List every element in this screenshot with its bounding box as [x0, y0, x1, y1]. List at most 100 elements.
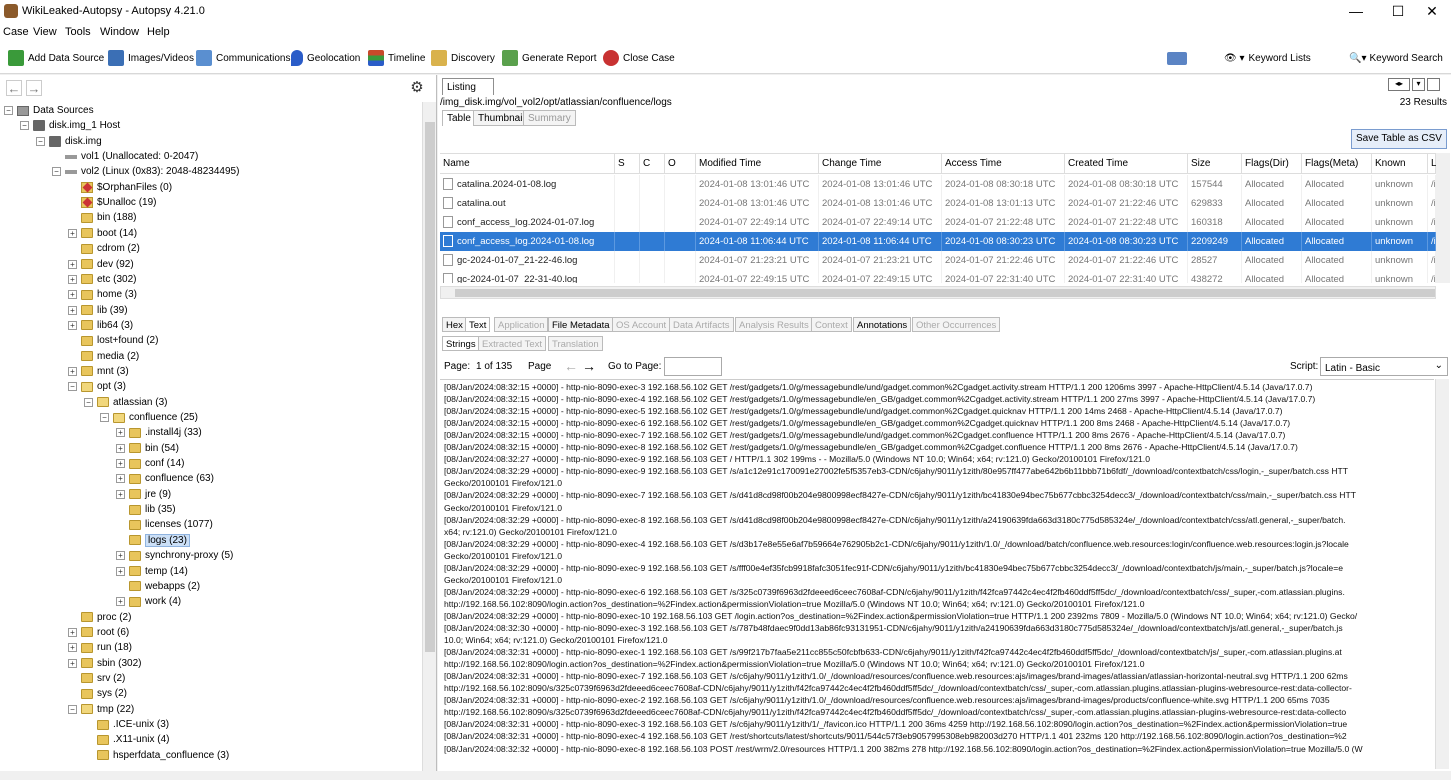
tree-node[interactable]: + root (6)	[68, 625, 129, 640]
column-header[interactable]: Created Time	[1065, 154, 1188, 174]
tree-node[interactable]: media (2)	[68, 349, 139, 364]
minimize-button[interactable]: —	[1336, 0, 1376, 22]
expand-icon[interactable]: +	[68, 320, 77, 330]
add-data-source-button[interactable]: Add Data Source	[8, 49, 104, 67]
menu-view[interactable]: View	[33, 26, 57, 38]
tree-node[interactable]: − opt (3)	[68, 379, 126, 394]
save-table-csv-button[interactable]: Save Table as CSV	[1351, 129, 1447, 149]
tab-summary[interactable]: Summary	[523, 110, 576, 126]
back-arrow-icon[interactable]: ←	[6, 80, 22, 96]
tree-node[interactable]: + home (3)	[68, 287, 137, 302]
close-button[interactable]: ✕	[1412, 0, 1451, 22]
collapse-icon[interactable]: −	[84, 397, 93, 407]
tree-node[interactable]: − Data Sources	[4, 103, 94, 118]
geolocation-button[interactable]: Geolocation	[291, 49, 360, 67]
tab-annotations[interactable]: Annotations	[853, 317, 912, 332]
collapse-icon[interactable]: −	[36, 136, 45, 146]
menu-help[interactable]: Help	[147, 26, 170, 38]
tab-nav-icon[interactable]: ◂▸	[1388, 78, 1410, 91]
collapse-icon[interactable]: −	[20, 121, 29, 131]
tree-node[interactable]: − tmp (22)	[68, 702, 134, 717]
expand-icon[interactable]: +	[116, 566, 125, 576]
maximize-view-icon[interactable]	[1427, 78, 1440, 91]
tree-node[interactable]: + dev (92)	[68, 257, 134, 272]
tree-node[interactable]: $OrphanFiles (0)	[68, 180, 172, 195]
tree-node[interactable]: + conf (14)	[116, 456, 184, 471]
tree-node[interactable]: vol1 (Unallocated: 0-2047)	[52, 149, 198, 164]
tree-node[interactable]: + lib (39)	[68, 303, 128, 318]
tree-node[interactable]: cdrom (2)	[68, 241, 140, 256]
tree-node[interactable]: .X11-unix (4)	[84, 732, 170, 747]
tree-node[interactable]: + sbin (302)	[68, 656, 141, 671]
tree-scrollbar-thumb[interactable]	[425, 122, 435, 652]
table-row[interactable]: gc-2024-01-07_22-31-40.log 2024-01-07 22:…	[440, 270, 1436, 283]
tree-node[interactable]: + work (4)	[116, 594, 181, 609]
tree-node[interactable]: + .install4j (33)	[116, 425, 202, 440]
tab-text[interactable]: Text	[465, 317, 491, 332]
tree-node[interactable]: srv (2)	[68, 671, 125, 686]
expand-icon[interactable]: +	[116, 551, 125, 561]
tab-application[interactable]: Application	[494, 317, 549, 332]
tab-data-artifacts[interactable]: Data Artifacts	[669, 317, 734, 332]
close-case-button[interactable]: Close Case	[603, 49, 675, 67]
collapse-icon[interactable]: −	[68, 382, 77, 392]
tab-os-account[interactable]: OS Account	[612, 317, 671, 332]
timeline-button[interactable]: Timeline	[368, 49, 425, 67]
expand-icon[interactable]: +	[116, 474, 125, 484]
expand-icon[interactable]: +	[68, 228, 77, 238]
prev-page-button[interactable]: ←	[564, 358, 578, 374]
tree-node[interactable]: $Unalloc (19)	[68, 195, 156, 210]
text-scrollbar[interactable]	[1435, 379, 1449, 769]
forward-arrow-icon[interactable]: →	[26, 80, 42, 96]
menu-window[interactable]: Window	[100, 26, 139, 38]
window-menu-icon[interactable]: ▾	[1412, 78, 1425, 91]
table-row[interactable]: catalina.out 2024-01-08 13:01:46 UTC 2024-…	[440, 194, 1436, 213]
column-header[interactable]: Modified Time	[696, 154, 819, 174]
tree-node[interactable]: + boot (14)	[68, 226, 137, 241]
tree-node[interactable]: + temp (14)	[116, 564, 188, 579]
tree-node[interactable]: logs (23)	[116, 533, 190, 548]
discovery-button[interactable]: Discovery	[431, 49, 495, 67]
tree-node[interactable]: proc (2)	[68, 610, 131, 625]
collapse-icon[interactable]: −	[100, 413, 109, 422]
images-videos-button[interactable]: Images/Videos	[108, 49, 194, 67]
expand-icon[interactable]: +	[116, 459, 125, 469]
tab-translation[interactable]: Translation	[548, 336, 603, 351]
tree-node[interactable]: − vol2 (Linux (0x83): 2048-48234495)	[52, 164, 239, 179]
table-row[interactable]: catalina.2024-01-08.log 2024-01-08 13:01:…	[440, 175, 1436, 194]
expand-icon[interactable]: +	[68, 290, 77, 300]
table-row[interactable]: conf_access_log.2024-01-07.log 2024-01-07…	[440, 213, 1436, 232]
keyword-search-button[interactable]: 🔍▾ Keyword Search	[1349, 49, 1443, 67]
table-row[interactable]: gc-2024-01-07_21-22-46.log 2024-01-07 21:…	[440, 251, 1436, 270]
tree-node[interactable]: + lib64 (3)	[68, 318, 133, 333]
tab-context[interactable]: Context	[811, 317, 852, 332]
messages-button[interactable]	[1167, 49, 1191, 67]
tree-node[interactable]: + synchrony-proxy (5)	[116, 548, 233, 563]
table-scrollbar[interactable]	[1436, 153, 1450, 283]
expand-icon[interactable]: +	[116, 428, 125, 438]
directory-tree[interactable]: − Data Sources − disk.img_1 Host − disk.img vo…	[0, 102, 422, 771]
tab-analysis-results[interactable]: Analysis Results	[735, 317, 813, 332]
tree-node[interactable]: licenses (1077)	[116, 517, 213, 532]
tree-node[interactable]: lost+found (2)	[68, 333, 158, 348]
keyword-lists-button[interactable]: 👁 ▾ Keyword Lists	[1224, 49, 1311, 67]
tree-node[interactable]: webapps (2)	[116, 579, 200, 594]
tree-scrollbar[interactable]	[422, 102, 436, 771]
table-row[interactable]: conf_access_log.2024-01-08.log 2024-01-08…	[440, 232, 1436, 251]
tab-extracted-text[interactable]: Extracted Text	[478, 336, 547, 351]
goto-page-input[interactable]	[664, 357, 722, 376]
expand-icon[interactable]: +	[116, 597, 125, 607]
expand-icon[interactable]: +	[68, 627, 77, 637]
tree-node[interactable]: − atlassian (3)	[84, 395, 167, 410]
communications-button[interactable]: Communications	[196, 49, 290, 67]
expand-icon[interactable]: +	[68, 259, 77, 269]
column-header[interactable]: L	[1428, 154, 1436, 174]
next-page-button[interactable]: →	[582, 358, 596, 374]
tab-file-metadata[interactable]: File Metadata	[548, 317, 614, 332]
expand-icon[interactable]: +	[116, 443, 125, 453]
column-header[interactable]: S	[615, 154, 640, 174]
expand-icon[interactable]: +	[68, 305, 77, 315]
tree-node[interactable]: + jre (9)	[116, 487, 171, 502]
tab-other-occurrences[interactable]: Other Occurrences	[912, 317, 1001, 332]
tree-node[interactable]: sys (2)	[68, 686, 127, 701]
